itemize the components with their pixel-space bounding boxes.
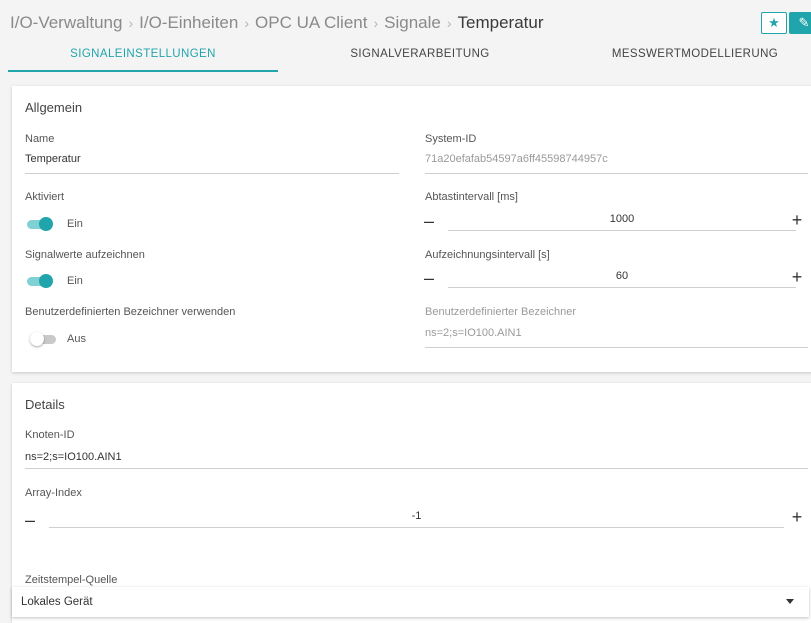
sample-interval-increment-button[interactable]: + [789,211,805,229]
record-interval-label: Aufzeichnungsintervall [s] [425,249,550,261]
breadcrumb-current: Temperatur [457,13,544,32]
tab-messwertmodellierung[interactable]: MESSWERTMODELLIERUNG [560,42,811,72]
pencil-icon: ✎ [798,15,810,30]
details-card-title: Details [25,397,65,412]
record-interval-underline [448,287,796,288]
timestamp-source-label: Zeitstempel-Quelle [25,574,118,586]
edit-button[interactable]: ✎ [789,12,811,34]
breadcrumb-opc-ua-client[interactable]: OPC UA Client [255,13,367,33]
custom-identifier-toggle-label: Benutzerdefinierten Bezeichner verwenden [25,306,236,318]
custom-identifier-toggle-state: Aus [67,333,86,345]
sample-interval-input[interactable]: 1000 [448,213,796,225]
node-id-underline [25,468,808,469]
custom-identifier-label: Benutzerdefinierter Bezeichner [425,306,577,318]
sample-interval-label: Abtastintervall [ms] [425,191,518,203]
system-id-underline [425,173,808,174]
tab-bar: SIGNALEINSTELLUNGEN SIGNALVERARBEITUNG M… [0,42,811,72]
breadcrumb-io-verwaltung[interactable]: I/O-Verwaltung [10,13,122,33]
custom-identifier-toggle[interactable] [30,332,60,346]
breadcrumb-io-einheiten[interactable]: I/O-Einheiten [139,13,238,33]
array-index-decrement-button[interactable]: – [22,511,38,529]
timestamp-source-value: Lokales Gerät [21,596,93,608]
chevron-down-icon [786,599,794,604]
record-values-label: Signalwerte aufzeichnen [25,249,145,261]
node-id-input[interactable]: ns=2;s=IO100.AIN1 [25,451,122,463]
activated-label: Aktiviert [25,191,65,203]
array-index-increment-button[interactable]: + [789,508,805,526]
breadcrumb-separator: › [373,15,379,31]
array-index-input[interactable]: -1 [49,510,784,522]
array-index-underline [49,527,784,528]
general-card: Allgemein Name Temperatur System-ID 71a2… [12,86,811,372]
sample-interval-underline [448,230,796,231]
tab-signalverarbeitung[interactable]: SIGNALVERARBEITUNG [285,42,555,72]
system-id-label: System-ID [425,133,477,145]
timestamp-source-select[interactable]: Lokales Gerät [12,587,809,617]
breadcrumb-separator: › [446,15,452,31]
record-interval-increment-button[interactable]: + [789,268,805,286]
array-index-label: Array-Index [25,487,82,499]
name-input[interactable]: Temperatur [25,153,81,165]
breadcrumb-separator: › [128,15,134,31]
system-id-field: 71a20efafab54597a6ff45598744957c [425,153,608,165]
breadcrumb-signale[interactable]: Signale [384,13,441,33]
custom-identifier-underline [425,347,808,348]
node-id-label: Knoten-ID [25,429,75,441]
name-underline [25,173,399,174]
tab-signaleinstellungen[interactable]: SIGNALEINSTELLUNGEN [8,42,278,72]
general-card-title: Allgemein [25,100,83,115]
sample-interval-decrement-button[interactable]: – [421,212,437,230]
record-values-state: Ein [67,275,83,287]
star-icon: ★ [768,15,780,30]
custom-identifier-input[interactable]: ns=2;s=IO100.AIN1 [425,327,522,339]
record-interval-input[interactable]: 60 [448,270,796,282]
activated-toggle[interactable] [25,217,55,231]
breadcrumb: I/O-Verwaltung › I/O-Einheiten › OPC UA … [10,10,544,36]
activated-state: Ein [67,218,83,230]
breadcrumb-separator: › [244,15,250,31]
record-values-toggle[interactable] [25,274,55,288]
favorite-button[interactable]: ★ [761,12,787,34]
name-label: Name [25,133,55,145]
record-interval-decrement-button[interactable]: – [421,269,437,287]
